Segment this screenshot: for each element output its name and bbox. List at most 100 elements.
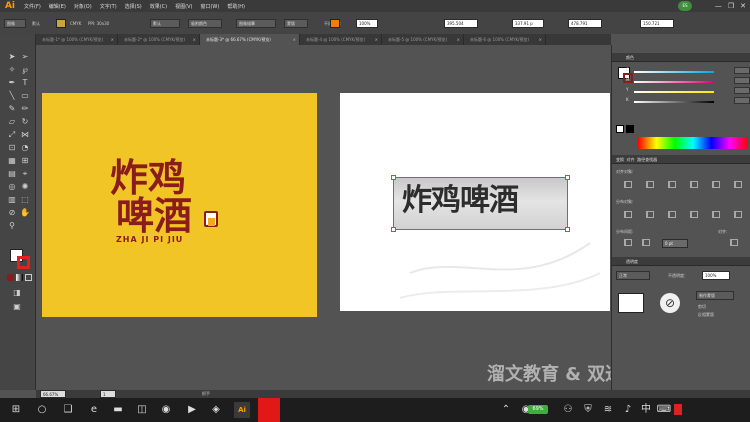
- page-field[interactable]: 1: [100, 390, 116, 398]
- width-field[interactable]: 478.791: [568, 19, 602, 28]
- line-tool-icon[interactable]: ╲: [7, 91, 17, 101]
- artboard-yellow[interactable]: 炸鸡 啤酒 ZHA JI PI JIU: [42, 93, 317, 317]
- slider-y[interactable]: Y: [626, 87, 750, 95]
- direct-selection-tool-icon[interactable]: ➢: [20, 52, 30, 62]
- menu-effect[interactable]: 效果(C): [146, 3, 171, 10]
- close-icon[interactable]: ×: [111, 34, 114, 45]
- mask-button[interactable]: 蒙版: [284, 19, 308, 28]
- opacity-swatch[interactable]: [330, 19, 340, 28]
- opacity-field[interactable]: 100%: [356, 19, 378, 28]
- mask-thumbnail[interactable]: [618, 293, 644, 313]
- gradient-tool-icon[interactable]: ▤: [7, 169, 17, 179]
- align-middle-icon[interactable]: [712, 181, 720, 188]
- mesh-tool-icon[interactable]: ⊞: [20, 156, 30, 166]
- resize-handle[interactable]: [391, 227, 396, 232]
- blend-mode-select[interactable]: 正常: [616, 271, 650, 280]
- transparency-opacity-field[interactable]: 100%: [702, 271, 730, 280]
- resize-handle[interactable]: [565, 175, 570, 180]
- width-tool-icon[interactable]: ⋈: [20, 130, 30, 140]
- zoom-tool-icon[interactable]: ⚲: [7, 221, 17, 231]
- tab-document-4[interactable]: 未标题-4 @ 100% (CMYK/预览) ×: [300, 34, 382, 45]
- snap-color-button[interactable]: 吸附颜色: [188, 19, 222, 28]
- menu-window[interactable]: 窗口(W): [196, 3, 223, 10]
- slice-tool-icon[interactable]: ⊘: [7, 208, 17, 218]
- mode-button[interactable]: 图像: [4, 19, 26, 28]
- y-field[interactable]: 337.91 p: [512, 19, 544, 28]
- volume-icon[interactable]: ♪: [620, 402, 636, 418]
- tab-align[interactable]: 对齐: [627, 157, 635, 162]
- black-swatch[interactable]: [626, 125, 634, 133]
- distribute-vcenter-icon[interactable]: [646, 211, 654, 218]
- browser-icon[interactable]: ◉: [158, 402, 174, 418]
- white-swatch[interactable]: [616, 125, 624, 133]
- resize-handle[interactable]: [391, 175, 396, 180]
- type-tool-icon[interactable]: T: [20, 78, 30, 88]
- magic-wand-icon[interactable]: ✧: [7, 65, 17, 75]
- store-icon[interactable]: ◫: [134, 402, 150, 418]
- gradient-mode-icon[interactable]: [16, 274, 23, 281]
- align-bottom-icon[interactable]: [734, 181, 742, 188]
- align-to-selection-icon[interactable]: [730, 239, 738, 246]
- close-icon[interactable]: ×: [539, 34, 542, 45]
- tab-transform[interactable]: 变换: [616, 157, 624, 162]
- graph-tool-icon[interactable]: ▥: [7, 195, 17, 205]
- app-icon[interactable]: ◈: [208, 402, 224, 418]
- rectangle-tool-icon[interactable]: ▭: [20, 91, 30, 101]
- task-view-icon[interactable]: ❑: [60, 402, 76, 418]
- color-mode-icon[interactable]: [7, 274, 14, 281]
- resize-handle[interactable]: [565, 227, 570, 232]
- distribute-top-icon[interactable]: [624, 211, 632, 218]
- tab-document-6[interactable]: 未标题-6 @ 100% (CMYK/预览) ×: [464, 34, 546, 45]
- m-value[interactable]: [734, 77, 750, 84]
- close-icon[interactable]: ×: [457, 34, 460, 45]
- tray-up-icon[interactable]: ⌃: [498, 402, 514, 418]
- wifi-icon[interactable]: ≋: [600, 402, 616, 418]
- spacing-field[interactable]: 0 pt: [662, 239, 688, 248]
- lasso-icon[interactable]: ℘: [20, 65, 30, 75]
- blend-tool-icon[interactable]: ◎: [7, 182, 17, 192]
- media-icon[interactable]: ▶: [184, 402, 200, 418]
- draw-mode-icon[interactable]: ◨: [12, 288, 22, 298]
- stroke-swatch[interactable]: [17, 256, 30, 269]
- notification-icon[interactable]: [674, 404, 682, 415]
- distribute-right-icon[interactable]: [734, 211, 742, 218]
- make-mask-button[interactable]: 制作蒙版: [696, 291, 734, 300]
- shield-icon[interactable]: ⛨: [580, 402, 596, 418]
- c-value[interactable]: [734, 67, 750, 74]
- eyedropper-icon[interactable]: ⌖: [20, 169, 30, 179]
- tab-pathfinder[interactable]: 路径查找器: [637, 157, 657, 162]
- color-spectrum[interactable]: [638, 137, 748, 149]
- hand-tool-icon[interactable]: ✋: [20, 208, 30, 218]
- distribute-bottom-icon[interactable]: [668, 211, 676, 218]
- slider-c[interactable]: C: [626, 67, 750, 75]
- windows-start-icon[interactable]: ⊞: [8, 402, 24, 418]
- input-method-icon[interactable]: 中: [638, 402, 654, 418]
- screen-mode-icon[interactable]: ▣: [12, 302, 22, 312]
- none-mode-icon[interactable]: [25, 274, 32, 281]
- distribute-left-icon[interactable]: [690, 211, 698, 218]
- close-button[interactable]: ✕: [740, 2, 746, 10]
- tab-document-5[interactable]: 未标题-5 @ 100% (CMYK/预览) ×: [382, 34, 464, 45]
- tab-document-3[interactable]: 未标题-3* @ 66.67% (CMYK/预览) ×: [200, 34, 300, 45]
- zoom-field[interactable]: 66.67%: [40, 390, 66, 398]
- free-transform-icon[interactable]: ⊡: [7, 143, 17, 153]
- eraser-tool-icon[interactable]: ▱: [7, 117, 17, 127]
- minimize-button[interactable]: —: [715, 2, 722, 10]
- close-icon[interactable]: ×: [375, 34, 378, 45]
- color-panel-header[interactable]: 颜色: [612, 53, 750, 62]
- image-trace-button[interactable]: 图像描摹: [236, 19, 276, 28]
- menu-select[interactable]: 选择(S): [121, 3, 146, 10]
- network-icon[interactable]: ⚇: [560, 402, 576, 418]
- tab-document-1[interactable]: 未标题-1* @ 100% (CMYK/预览) ×: [36, 34, 118, 45]
- symbol-sprayer-icon[interactable]: ✺: [20, 182, 30, 192]
- restore-button[interactable]: ❐: [728, 2, 734, 10]
- profile-button[interactable]: 默认: [150, 19, 180, 28]
- menu-object[interactable]: 对象(O): [70, 3, 96, 10]
- align-center-icon[interactable]: [646, 181, 654, 188]
- perspective-grid-icon[interactable]: ▦: [7, 156, 17, 166]
- scale-tool-icon[interactable]: ⤢: [7, 130, 17, 140]
- align-right-icon[interactable]: [668, 181, 676, 188]
- spacing-horizontal-icon[interactable]: [642, 239, 650, 246]
- align-left-icon[interactable]: [624, 181, 632, 188]
- file-explorer-icon[interactable]: ▬: [110, 402, 126, 418]
